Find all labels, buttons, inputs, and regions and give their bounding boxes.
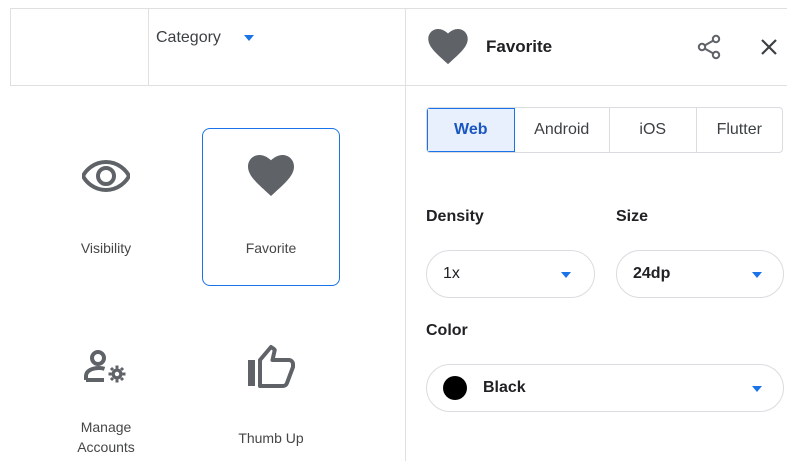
color-value: Black (483, 379, 526, 396)
color-label: Color (426, 322, 468, 339)
share-icon (697, 34, 721, 60)
icon-tile-visibility[interactable]: Visibility (37, 128, 175, 286)
close-button[interactable] (757, 35, 781, 59)
visibility-icon (37, 158, 175, 194)
density-select[interactable]: 1x (426, 250, 595, 298)
tile-label: Visibility (80, 240, 132, 256)
color-select[interactable]: Black (426, 364, 784, 412)
detail-title: Favorite (486, 37, 553, 56)
tab-ios[interactable]: iOS (610, 108, 697, 152)
size-select[interactable]: 24dp (616, 250, 784, 298)
category-label: Category (156, 29, 221, 46)
manage-accounts-icon (37, 350, 175, 384)
tile-label: Favorite (245, 240, 297, 256)
density-label: Density (426, 208, 484, 225)
icon-tile-manage-accounts[interactable]: Manage Accounts (37, 300, 175, 461)
chevron-down-icon (561, 272, 571, 278)
tab-flutter[interactable]: Flutter (697, 108, 783, 152)
icon-tile-favorite[interactable]: Favorite (202, 128, 340, 286)
platform-tabs: Web Android iOS Flutter (426, 107, 783, 153)
favorite-icon (428, 29, 468, 70)
tile-label: Thumb Up (238, 430, 304, 446)
tile-label: Manage Accounts (77, 419, 135, 455)
chevron-down-icon (752, 272, 762, 278)
icon-tile-thumb-up[interactable]: Thumb Up (202, 300, 340, 461)
chevron-down-icon (752, 386, 762, 392)
close-icon (761, 39, 777, 55)
size-label: Size (616, 208, 649, 225)
icon-detail-panel: Favorite Web Android iOS Flutter Density… (406, 0, 787, 461)
category-dropdown[interactable]: Category (148, 22, 254, 54)
share-button[interactable] (695, 33, 723, 61)
thumb-up-icon (202, 344, 340, 388)
size-value: 24dp (633, 265, 671, 282)
tab-web[interactable]: Web (427, 108, 515, 152)
icon-grid-pane: Category Visibility Favorite Manage Acco… (0, 0, 405, 461)
density-value: 1x (443, 265, 460, 282)
chevron-down-icon (243, 35, 254, 41)
tab-android[interactable]: Android (515, 108, 610, 152)
favorite-icon (203, 155, 339, 197)
detail-header: Favorite (406, 8, 787, 86)
color-swatch (443, 376, 467, 400)
